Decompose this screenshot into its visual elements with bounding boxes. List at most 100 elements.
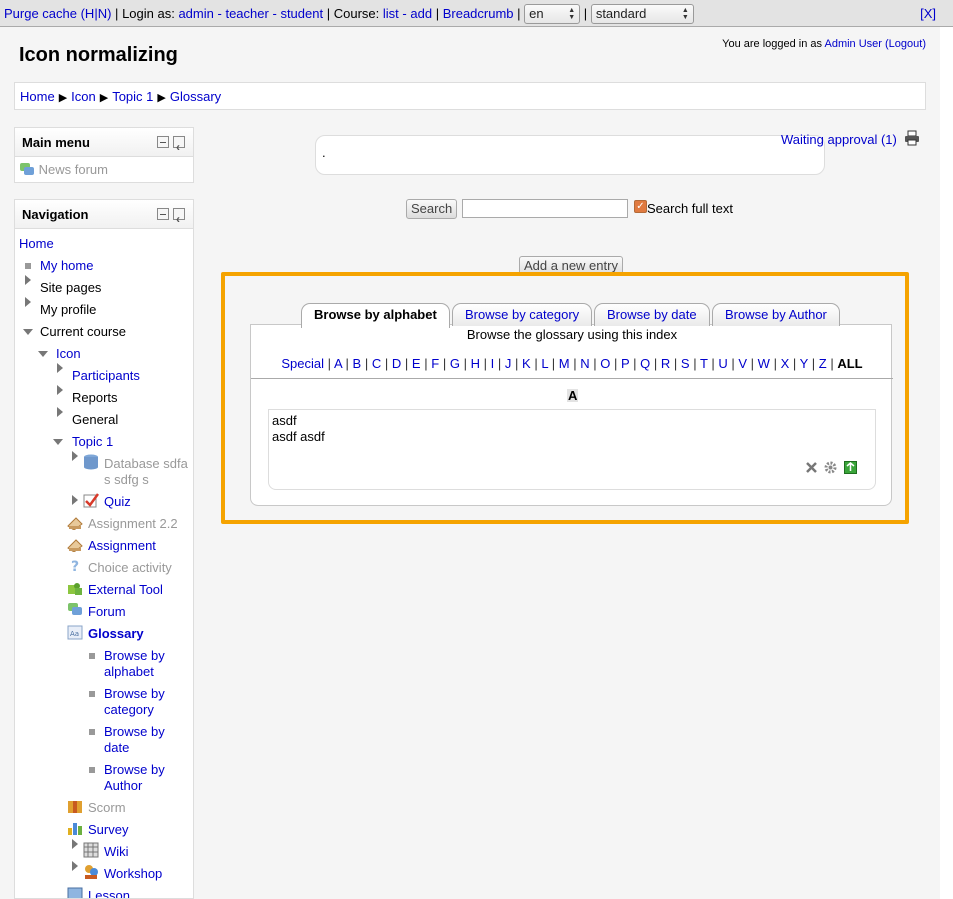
navigation-block: Navigation Home My home Site pages My pr… (14, 199, 194, 899)
breadcrumb-arrow-icon: ▶ (58, 92, 68, 104)
expand-arrow-icon[interactable] (57, 363, 63, 373)
dash: - (272, 6, 277, 21)
expand-arrow-icon[interactable] (72, 861, 78, 871)
expand-arrow-icon[interactable] (57, 407, 63, 417)
nav-general[interactable]: General (72, 412, 118, 428)
search-input[interactable] (462, 199, 628, 218)
assignment-icon (67, 539, 83, 552)
login-as-admin-link[interactable]: admin (178, 6, 213, 21)
question-mark-icon: ? (71, 559, 79, 574)
login-as-label: Login as: (122, 6, 175, 21)
nav-participants[interactable]: Participants (72, 368, 140, 384)
nav-assignment-2-2[interactable]: Assignment 2.2 (88, 516, 178, 532)
minimize-block-icon[interactable] (157, 136, 169, 148)
page-title: Icon normalizing (19, 44, 178, 66)
nav-browse-author[interactable]: Browse by (104, 762, 165, 778)
nav-site-pages[interactable]: Site pages (40, 280, 101, 296)
nav-my-home[interactable]: My home (40, 258, 93, 274)
breadcrumb-home[interactable]: Home (20, 89, 55, 104)
language-select-value: en (529, 5, 544, 21)
minimize-block-icon[interactable] (157, 208, 169, 220)
logout-link[interactable]: (Logout) (885, 38, 926, 50)
nav-lesson[interactable]: Lesson (88, 888, 130, 898)
nav-quiz[interactable]: Quiz (104, 494, 131, 510)
nav-survey[interactable]: Survey (88, 822, 128, 838)
separator: | (115, 6, 119, 21)
expand-arrow-icon[interactable] (72, 495, 78, 505)
expand-arrow-icon[interactable] (57, 385, 63, 395)
select-arrows-icon: ▲ ▼ (568, 6, 576, 21)
bullet-icon (89, 767, 95, 773)
nav-browse-alphabet[interactable]: Browse by (104, 648, 165, 664)
lesson-icon (67, 887, 83, 898)
nav-forum[interactable]: Forum (88, 604, 126, 620)
collapse-arrow-icon[interactable] (38, 351, 48, 357)
nav-browse-alphabet-line2[interactable]: alphabet (104, 664, 154, 680)
nav-assignment[interactable]: Assignment (88, 538, 156, 554)
breadcrumb-icon[interactable]: Icon (71, 89, 96, 104)
assignment-icon (67, 517, 83, 530)
separator: | (435, 6, 440, 21)
puzzle-icon (68, 583, 82, 595)
nav-home[interactable]: Home (19, 236, 54, 252)
glossary-intro-box: . (315, 135, 825, 175)
course-add-link[interactable]: add (410, 6, 432, 21)
nav-course-icon[interactable]: Icon (56, 346, 81, 362)
wiki-icon (83, 842, 99, 858)
navigation-title: Navigation (22, 207, 89, 222)
printer-icon[interactable] (904, 130, 920, 146)
survey-icon (68, 823, 82, 835)
close-toolbar-link[interactable]: [X] (920, 0, 936, 27)
login-as-student-link[interactable]: student (280, 6, 323, 21)
nav-glossary[interactable]: Glossary (88, 626, 144, 642)
database-icon (84, 454, 98, 470)
language-select[interactable]: en ▲ ▼ (524, 3, 581, 24)
nav-browse-author-line2[interactable]: Author (104, 778, 142, 794)
nav-topic-1[interactable]: Topic 1 (72, 434, 113, 450)
bullet-icon (25, 263, 31, 269)
bullet-icon (89, 691, 95, 697)
nav-browse-category[interactable]: Browse by (104, 686, 165, 702)
nav-database[interactable]: Database sdfa (104, 456, 188, 472)
expand-arrow-icon[interactable] (25, 275, 31, 285)
nav-current-course[interactable]: Current course (40, 324, 126, 340)
login-as-teacher-link[interactable]: teacher (225, 6, 268, 21)
nav-choice-activity[interactable]: Choice activity (88, 560, 172, 576)
nav-scorm[interactable]: Scorm (88, 800, 126, 816)
nav-external-tool[interactable]: External Tool (88, 582, 163, 598)
login-info-label: You are logged in as (722, 38, 823, 50)
expand-arrow-icon[interactable] (72, 451, 78, 461)
course-list-link[interactable]: list (383, 6, 399, 21)
theme-select[interactable]: standard ▲ ▼ (590, 3, 694, 24)
expand-arrow-icon[interactable] (25, 297, 31, 307)
nav-browse-category-line2[interactable]: category (104, 702, 154, 718)
workshop-icon (85, 865, 98, 879)
user-profile-link[interactable]: Admin User (824, 38, 881, 50)
select-arrows-icon: ▲ ▼ (681, 6, 689, 21)
quiz-icon (83, 493, 99, 508)
search-full-text-checkbox[interactable]: ✓ (634, 200, 647, 213)
dock-block-icon[interactable] (173, 205, 185, 234)
purge-cache-link[interactable]: Purge cache (H|N) (4, 6, 111, 21)
collapse-arrow-icon[interactable] (53, 439, 63, 445)
highlight-frame (221, 272, 909, 524)
dock-block-icon[interactable] (173, 133, 185, 162)
nav-browse-date[interactable]: Browse by (104, 724, 165, 740)
breadcrumb-glossary[interactable]: Glossary (170, 89, 221, 104)
collapse-arrow-icon[interactable] (23, 329, 33, 335)
expand-arrow-icon[interactable] (72, 839, 78, 849)
glossary-intro-text: . (322, 145, 326, 160)
nav-workshop[interactable]: Workshop (104, 866, 162, 882)
breadcrumb-toggle-link[interactable]: Breadcrumb (443, 6, 514, 21)
nav-my-profile[interactable]: My profile (40, 302, 96, 318)
nav-reports[interactable]: Reports (72, 390, 118, 406)
breadcrumb-topic-1[interactable]: Topic 1 (112, 89, 153, 104)
main-menu-block: Main menu News forum (14, 127, 194, 183)
breadcrumb: Home ▶ Icon ▶ Topic 1 ▶ Glossary (14, 82, 926, 110)
search-button[interactable]: Search (406, 199, 458, 219)
nav-browse-date-line2[interactable]: date (104, 740, 129, 756)
bullet-icon (89, 653, 95, 659)
waiting-approval-link[interactable]: Waiting approval (1) (781, 132, 897, 147)
nav-wiki[interactable]: Wiki (104, 844, 129, 860)
svg-text:Aa: Aa (70, 630, 79, 638)
